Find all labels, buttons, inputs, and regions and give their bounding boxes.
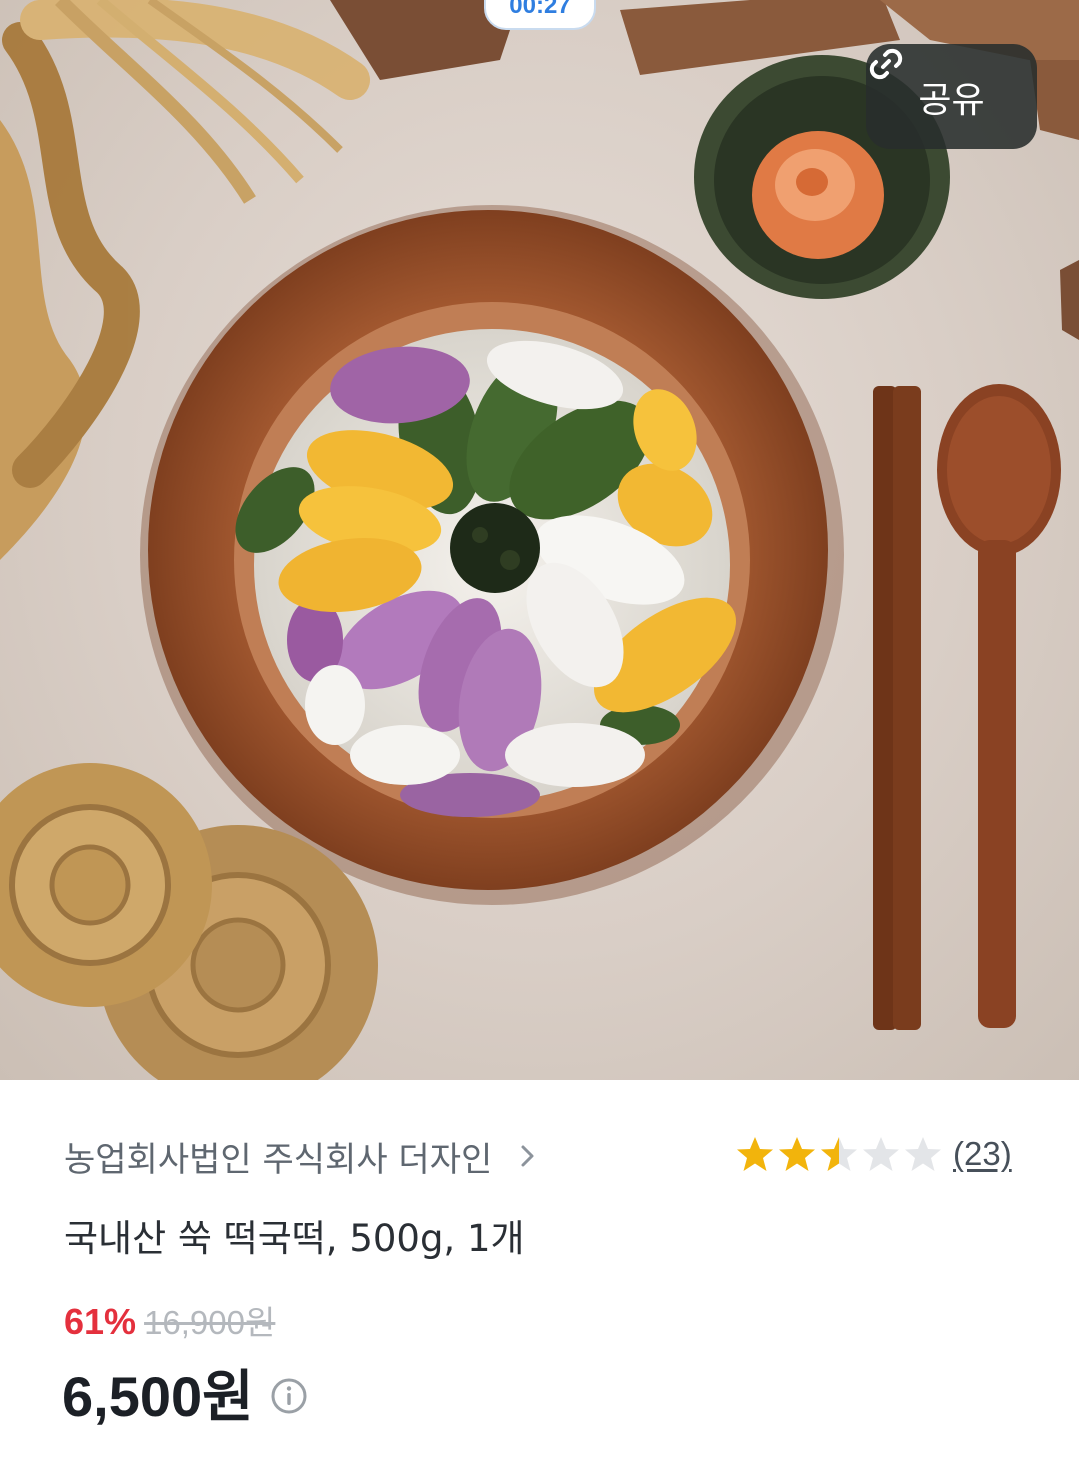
product-title: 국내산 쑥 떡국떡, 500g, 1개 xyxy=(64,1217,525,1260)
product-image[interactable]: 00:27 공유 xyxy=(0,0,1079,1080)
chopsticks xyxy=(873,386,921,1030)
chevron-right-icon xyxy=(521,1145,534,1167)
rice-cake-bowl xyxy=(140,205,844,905)
link-icon xyxy=(869,48,903,80)
wooden-spoon xyxy=(937,384,1061,1028)
original-price: 16,900원 xyxy=(144,1304,276,1341)
timer-text: 00:27 xyxy=(509,0,571,19)
star-empty-icon xyxy=(863,1137,899,1171)
share-button[interactable]: 공유 xyxy=(866,44,1037,149)
review-count[interactable]: (23) xyxy=(953,1135,1012,1173)
star-rating xyxy=(735,1134,943,1174)
star-filled-icon xyxy=(779,1137,815,1171)
discount-percent: 61% xyxy=(64,1301,137,1342)
star-half-icon xyxy=(821,1137,857,1171)
price-row: 6,500원 xyxy=(62,1352,308,1433)
timer-badge: 00:27 xyxy=(484,0,596,30)
star-empty-icon xyxy=(905,1137,941,1171)
food-photo xyxy=(0,0,1079,1080)
seller-name: 농업회사법인 주식회사 더자인 xyxy=(64,1139,493,1180)
star-filled-icon xyxy=(737,1137,773,1171)
rating[interactable]: (23) xyxy=(735,1132,1012,1176)
seller-link[interactable]: 농업회사법인 주식회사 더자인 xyxy=(64,1134,538,1180)
share-label: 공유 xyxy=(918,79,985,121)
info-icon[interactable] xyxy=(270,1377,308,1415)
discount-row: 61% 16,900원 xyxy=(64,1296,275,1344)
product-info: 농업회사법인 주식회사 더자인 (23) 국내산 쑥 떡국떡, 500g, 1개… xyxy=(0,1080,1079,1465)
sale-price: 6,500원 xyxy=(62,1365,254,1428)
